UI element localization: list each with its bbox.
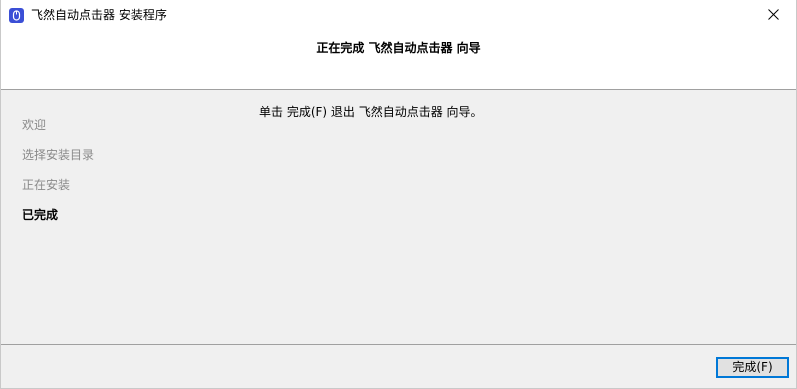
installer-window: 飞然自动点击器 安装程序 正在完成 飞然自动点击器 向导 欢迎 选择安装目录 正… [0,0,797,389]
header-panel: 飞然自动点击器 安装程序 正在完成 飞然自动点击器 向导 [1,0,796,90]
finish-button[interactable]: 完成(F) [716,357,789,378]
close-icon [767,8,779,23]
step-welcome: 欢迎 [22,118,47,132]
app-mouse-icon [9,8,24,23]
finish-message: 单击 完成(F) 退出 飞然自动点击器 向导。 [259,105,483,119]
title-bar[interactable]: 飞然自动点击器 安装程序 [1,0,796,31]
step-installing: 正在安装 [22,178,71,192]
step-list: 欢迎 选择安装目录 正在安装 已完成 [22,117,94,237]
step-choose-directory: 选择安装目录 [22,148,95,162]
footer-divider [1,344,796,345]
close-button[interactable] [750,0,796,31]
page-title: 正在完成 飞然自动点击器 向导 [316,41,481,55]
step-finished: 已完成 [22,208,59,222]
window-title: 飞然自动点击器 安装程序 [31,8,167,22]
